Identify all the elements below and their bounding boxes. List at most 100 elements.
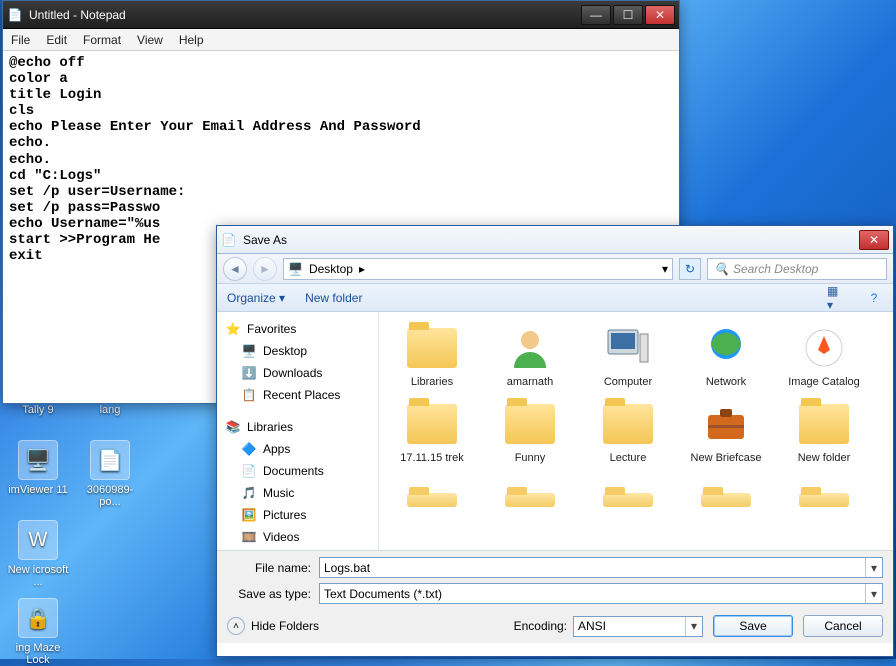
desktop-icon: 🖥️ bbox=[241, 343, 257, 359]
cancel-button[interactable]: Cancel bbox=[803, 615, 883, 637]
file-item-folder[interactable]: 17.11.15 trek bbox=[383, 396, 481, 468]
minimize-button[interactable]: — bbox=[581, 5, 611, 25]
notepad-icon: 📄 bbox=[7, 7, 23, 23]
nav-documents[interactable]: 📄Documents bbox=[221, 460, 374, 482]
folder-icon bbox=[796, 476, 852, 524]
nav-pane: ⭐Favorites 🖥️Desktop ⬇️Downloads 📋Recent… bbox=[217, 312, 379, 550]
savetype-label: Save as type: bbox=[227, 587, 319, 601]
menu-help[interactable]: Help bbox=[179, 33, 204, 47]
libraries-icon: 📚 bbox=[225, 419, 241, 435]
saveas-toolbar: Organize ▾ New folder ▦ ▾ ? bbox=[217, 284, 893, 312]
encoding-select[interactable]: ANSI ▾ bbox=[573, 616, 703, 637]
desktop-icon[interactable]: 🖥️imViewer 11 bbox=[6, 440, 70, 496]
chevron-down-icon[interactable]: ▾ bbox=[685, 617, 702, 636]
filename-input[interactable]: ▾ bbox=[319, 557, 883, 578]
organize-menu[interactable]: Organize ▾ bbox=[227, 291, 285, 305]
app-icon bbox=[796, 324, 852, 372]
nav-favorites[interactable]: ⭐Favorites bbox=[221, 318, 374, 340]
search-input[interactable]: 🔍 Search Desktop bbox=[707, 258, 887, 280]
chevron-down-icon[interactable]: ▾ bbox=[865, 558, 882, 577]
chevron-right-icon[interactable]: ▸ bbox=[359, 262, 365, 276]
chevron-up-icon: ˄ bbox=[227, 617, 245, 635]
nav-libraries[interactable]: 📚Libraries bbox=[221, 416, 374, 438]
file-item-computer[interactable]: Computer bbox=[579, 320, 677, 392]
folder-icon bbox=[404, 400, 460, 448]
file-item-app[interactable]: Image Catalog bbox=[775, 320, 873, 392]
user-icon bbox=[502, 324, 558, 372]
folder-icon bbox=[796, 400, 852, 448]
network-icon bbox=[698, 324, 754, 372]
view-options-button[interactable]: ▦ ▾ bbox=[827, 289, 845, 307]
downloads-icon: ⬇️ bbox=[241, 365, 257, 381]
saveas-icon: 📄 bbox=[221, 232, 237, 248]
file-item-folder[interactable] bbox=[383, 472, 481, 532]
saveas-bottom: File name: ▾ Save as type: Text Document… bbox=[217, 550, 893, 643]
music-icon: 🎵 bbox=[241, 485, 257, 501]
breadcrumb-item[interactable]: Desktop bbox=[309, 262, 353, 276]
nav-apps[interactable]: 🔷Apps bbox=[221, 438, 374, 460]
pictures-icon: 🖼️ bbox=[241, 507, 257, 523]
forward-button[interactable]: ► bbox=[253, 257, 277, 281]
file-item-folder[interactable] bbox=[775, 472, 873, 532]
menu-edit[interactable]: Edit bbox=[46, 33, 67, 47]
briefcase-icon bbox=[698, 400, 754, 448]
file-item-folder[interactable]: Funny bbox=[481, 396, 579, 468]
notepad-menubar: File Edit Format View Help bbox=[3, 29, 679, 51]
file-item-libraries[interactable]: Libraries bbox=[383, 320, 481, 392]
folder-icon bbox=[600, 400, 656, 448]
encoding-label: Encoding: bbox=[514, 619, 567, 633]
menu-file[interactable]: File bbox=[11, 33, 30, 47]
documents-icon: 📄 bbox=[241, 463, 257, 479]
file-item-network[interactable]: Network bbox=[677, 320, 775, 392]
close-button[interactable]: ✕ bbox=[859, 230, 889, 250]
file-item-folder[interactable]: Lecture bbox=[579, 396, 677, 468]
back-button[interactable]: ◄ bbox=[223, 257, 247, 281]
saveas-title: Save As bbox=[243, 233, 857, 247]
file-item-folder[interactable]: New folder bbox=[775, 396, 873, 468]
folder-icon bbox=[404, 476, 460, 524]
desktop-icon: 🖥️ bbox=[288, 262, 303, 276]
desktop-icon[interactable]: 🔒ing Maze Lock bbox=[6, 598, 70, 666]
nav-music[interactable]: 🎵Music bbox=[221, 482, 374, 504]
help-button[interactable]: ? bbox=[865, 289, 883, 307]
maximize-button[interactable]: ☐ bbox=[613, 5, 643, 25]
breadcrumb[interactable]: 🖥️ Desktop ▸ ▾ bbox=[283, 258, 673, 280]
saveas-navbar: ◄ ► 🖥️ Desktop ▸ ▾ ↻ 🔍 Search Desktop bbox=[217, 254, 893, 284]
menu-view[interactable]: View bbox=[137, 33, 163, 47]
filename-field[interactable] bbox=[324, 561, 878, 575]
close-button[interactable]: ✕ bbox=[645, 5, 675, 25]
file-item-user[interactable]: amarnath bbox=[481, 320, 579, 392]
refresh-button[interactable]: ↻ bbox=[679, 258, 701, 280]
nav-recent[interactable]: 📋Recent Places bbox=[221, 384, 374, 406]
nav-downloads[interactable]: ⬇️Downloads bbox=[221, 362, 374, 384]
file-item-folder[interactable] bbox=[481, 472, 579, 532]
chevron-down-icon[interactable]: ▾ bbox=[662, 262, 668, 276]
desktop-icon[interactable]: WNew icrosoft ... bbox=[6, 520, 70, 588]
notepad-titlebar[interactable]: 📄 Untitled - Notepad — ☐ ✕ bbox=[3, 1, 679, 29]
nav-desktop[interactable]: 🖥️Desktop bbox=[221, 340, 374, 362]
file-list[interactable]: Libraries amarnath Computer Network Imag… bbox=[379, 312, 893, 550]
computer-icon bbox=[600, 324, 656, 372]
file-item-briefcase[interactable]: New Briefcase bbox=[677, 396, 775, 468]
star-icon: ⭐ bbox=[225, 321, 241, 337]
folder-icon bbox=[502, 476, 558, 524]
saveas-titlebar[interactable]: 📄 Save As ✕ bbox=[217, 226, 893, 254]
videos-icon: 🎞️ bbox=[241, 529, 257, 545]
chevron-down-icon[interactable]: ▾ bbox=[865, 584, 882, 603]
save-button[interactable]: Save bbox=[713, 615, 793, 637]
hide-folders-button[interactable]: ˄ Hide Folders bbox=[227, 617, 319, 635]
filename-label: File name: bbox=[227, 561, 319, 575]
notepad-title: Untitled - Notepad bbox=[29, 8, 579, 22]
folder-icon bbox=[502, 400, 558, 448]
file-item-folder[interactable] bbox=[579, 472, 677, 532]
savetype-select[interactable]: Text Documents (*.txt) ▾ bbox=[319, 583, 883, 604]
search-icon: 🔍 bbox=[714, 262, 729, 276]
file-item-folder[interactable] bbox=[677, 472, 775, 532]
menu-format[interactable]: Format bbox=[83, 33, 121, 47]
newfolder-button[interactable]: New folder bbox=[305, 291, 362, 305]
nav-videos[interactable]: 🎞️Videos bbox=[221, 526, 374, 548]
folder-icon bbox=[600, 476, 656, 524]
recent-icon: 📋 bbox=[241, 387, 257, 403]
nav-pictures[interactable]: 🖼️Pictures bbox=[221, 504, 374, 526]
desktop-icon[interactable]: 📄3060989-po... bbox=[78, 440, 142, 508]
